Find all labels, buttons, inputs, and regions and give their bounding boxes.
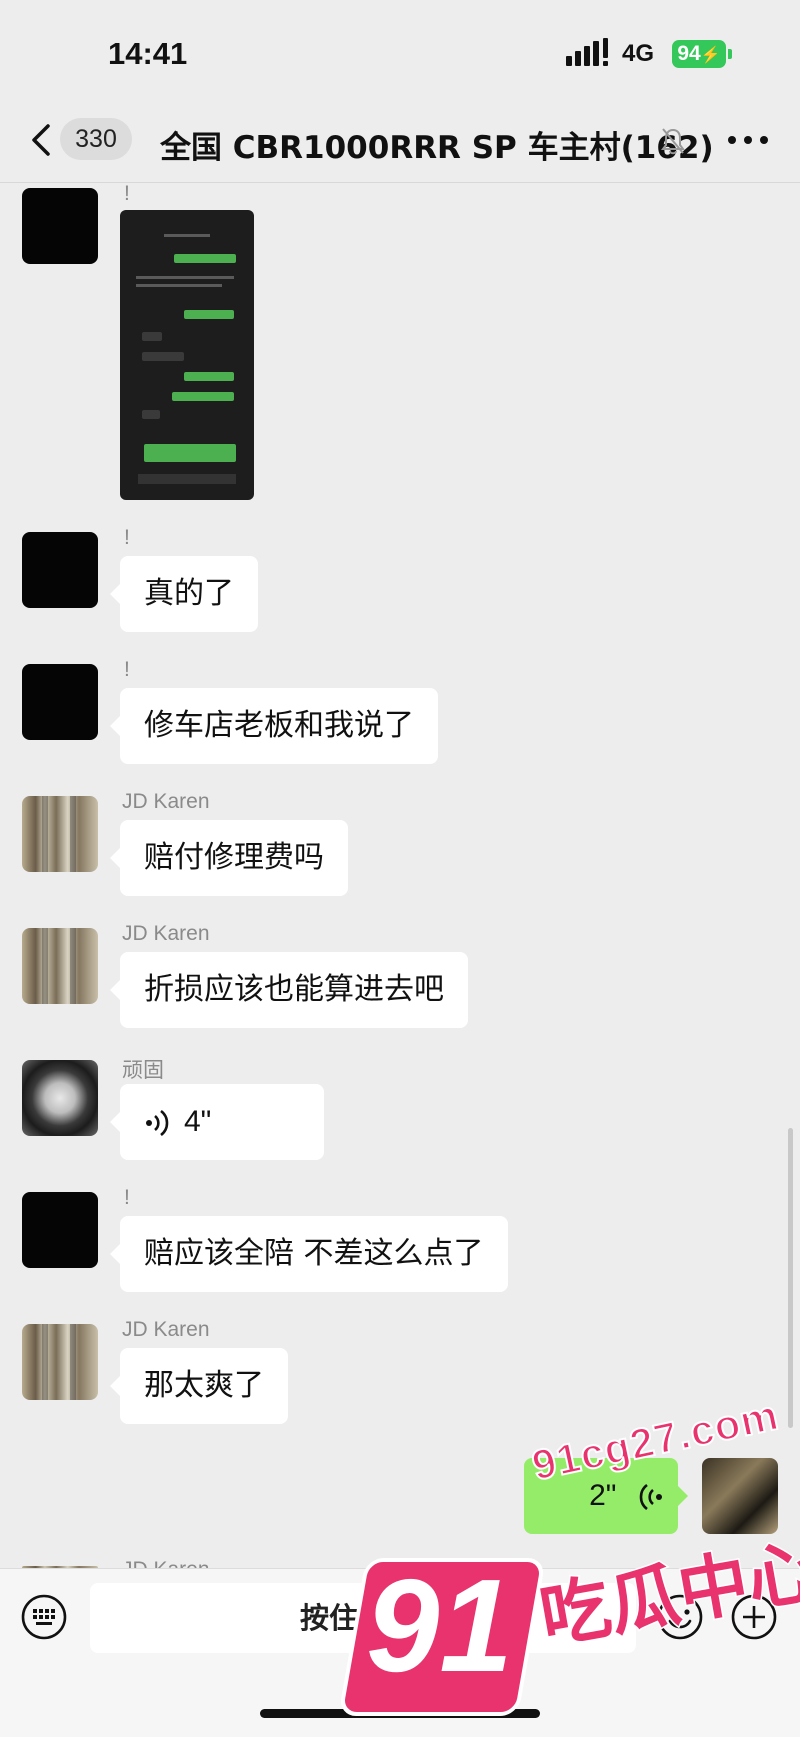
battery-indicator: 94⚡ [672, 40, 726, 68]
sender-name: JD Karen [122, 790, 210, 813]
watermark: 91cg27.com 91 吃瓜中心 [338, 1390, 800, 1728]
screenshot-text-line [136, 276, 234, 279]
more-options-button[interactable] [726, 134, 770, 146]
keyboard-toggle-icon[interactable] [20, 1593, 68, 1641]
chat-title: 全国 CBR1000RRR SP 车主村(162) [160, 130, 714, 166]
avatar-detail [70, 928, 76, 1004]
screenshot-bubble [184, 372, 234, 381]
avatar-detail [42, 796, 48, 872]
text-message[interactable]: 赔付修理费吗 [110, 820, 348, 896]
image-message-screenshot[interactable] [120, 210, 254, 500]
avatar-detail [70, 1324, 76, 1400]
muted-bell-icon [661, 128, 685, 155]
screenshot-bubble [142, 352, 184, 361]
screenshot-text-line [136, 284, 222, 287]
text-message[interactable]: 那太爽了 [110, 1348, 288, 1424]
sender-name: JD Karen [122, 1558, 210, 1568]
screenshot-bubble [174, 254, 236, 263]
watermark-url: 91cg27.com [527, 1390, 784, 1490]
battery-tip [728, 49, 732, 59]
text-message[interactable]: 折损应该也能算进去吧 [110, 952, 468, 1028]
sender-name: ! [124, 182, 130, 205]
text-message[interactable]: 修车店老板和我说了 [110, 688, 438, 764]
scrollbar[interactable] [788, 1128, 793, 1428]
charging-icon: ⚡ [700, 47, 721, 64]
text-message[interactable]: 真的了 [110, 556, 258, 632]
voice-duration: 4" [184, 1105, 212, 1138]
avatar-detail [70, 796, 76, 872]
chat-header: 330 全国 CBR1000RRR SP 车主村(162) [0, 100, 800, 183]
text-message[interactable]: 赔应该全陪 不差这么点了 [110, 1216, 508, 1292]
status-time: 14:41 [108, 36, 188, 71]
avatar-detail [42, 928, 48, 1004]
screenshot-bubble [172, 392, 234, 401]
sender-name: ! [124, 1186, 130, 1209]
avatar[interactable] [22, 188, 98, 264]
voice-wave-icon [146, 1109, 169, 1136]
signal-icon [566, 38, 608, 66]
back-button[interactable] [26, 120, 56, 160]
screenshot-bubble [144, 444, 236, 462]
network-type: 4G [622, 40, 655, 67]
avatar-detail [42, 1324, 48, 1400]
avatar[interactable] [22, 796, 98, 872]
sender-name: 顽固 [122, 1059, 164, 1082]
avatar[interactable] [22, 1060, 98, 1136]
sender-name: JD Karen [122, 1318, 210, 1341]
sender-name: ! [124, 658, 130, 681]
status-bar: 14:41 4G 94⚡ [0, 0, 800, 100]
sender-name: JD Karen [122, 922, 210, 945]
avatar[interactable] [22, 664, 98, 740]
screenshot-bubble [142, 410, 160, 419]
sender-name: ! [124, 526, 130, 549]
screenshot-bubble [142, 332, 162, 341]
screenshot-bubble [184, 310, 234, 319]
battery-level: 94 [677, 42, 701, 65]
avatar[interactable] [22, 1324, 98, 1400]
watermark-name: 吃瓜中心 [532, 1528, 800, 1660]
screenshot-input-bar [138, 474, 236, 484]
avatar[interactable] [22, 928, 98, 1004]
avatar[interactable] [22, 1192, 98, 1268]
screenshot-title-bar [164, 234, 210, 237]
voice-message[interactable]: 4" [110, 1084, 324, 1160]
avatar[interactable] [22, 532, 98, 608]
watermark-number: 91 [366, 1552, 513, 1699]
unread-count-badge[interactable]: 330 [60, 118, 132, 160]
